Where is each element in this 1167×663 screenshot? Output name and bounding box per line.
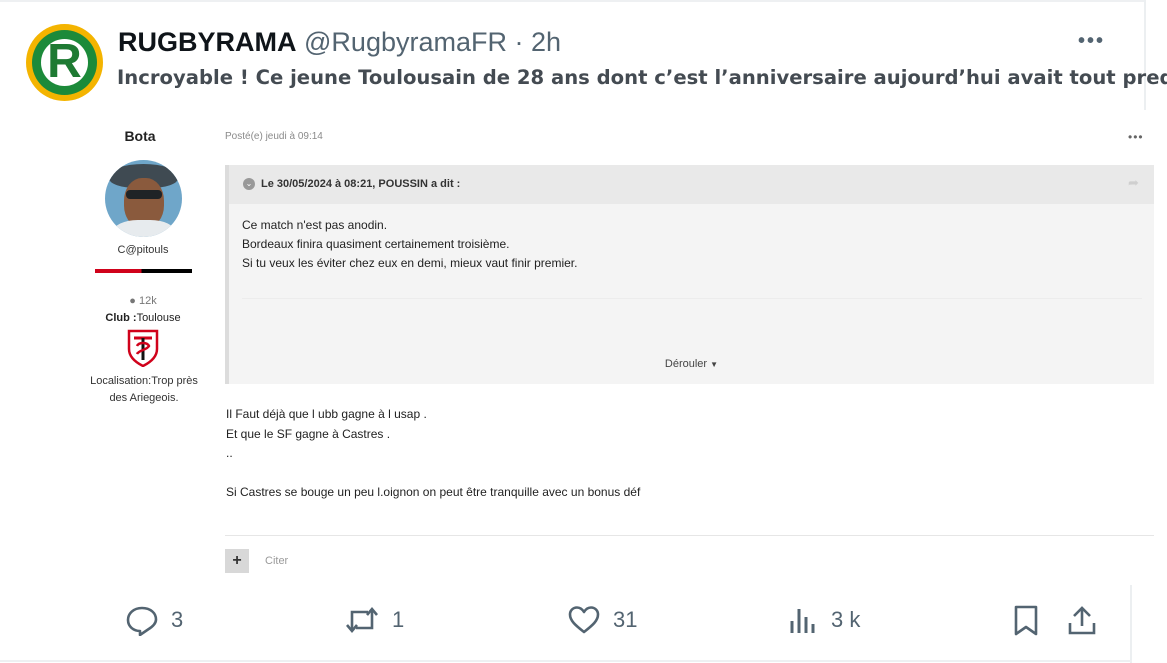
views-count: 3 k: [831, 607, 861, 632]
tweet-right-border: [1144, 0, 1146, 110]
quote-line: Ce match n'est pas anodin.: [242, 218, 388, 232]
quote-header: ⌄ Le 30/05/2024 à 08:21, POUSSIN a dit :…: [229, 165, 1154, 204]
views-button[interactable]: 3 k: [789, 604, 860, 636]
quote-body: Ce match n'est pas anodin. Bordeaux fini…: [242, 216, 1132, 273]
forum-username: Bota: [124, 128, 156, 144]
tweet-top-border: [0, 0, 1146, 2]
caret-down-icon: ▼: [710, 360, 719, 369]
forum-user-title: C@pitouls: [117, 244, 169, 256]
like-button[interactable]: 31: [567, 604, 637, 636]
expand-quote-button[interactable]: Dérouler ▼: [229, 358, 1154, 370]
reply-icon: [126, 606, 158, 636]
club-crest-icon: [127, 329, 159, 367]
avatar-logo-letter: R: [47, 35, 82, 88]
bookmark-icon: [1014, 605, 1038, 636]
club-value: Toulouse: [136, 312, 181, 324]
multiquote-plus-button[interactable]: +: [225, 549, 249, 573]
location-line-1: Localisation:Trop près: [90, 375, 198, 387]
retweet-button[interactable]: 1: [344, 604, 404, 636]
post-line: [226, 464, 640, 484]
club-label: Club :: [105, 312, 137, 324]
tweet-right-border-lower: [1130, 585, 1132, 663]
forum-user-rank-bar: [95, 269, 192, 273]
forum-user-post-count: 12k: [138, 295, 157, 307]
forum-user-club: Club :Toulouse: [90, 312, 196, 324]
heart-icon: [568, 606, 600, 634]
retweet-icon: [346, 606, 378, 634]
avatar-glasses: [126, 190, 162, 199]
post-body: Il Faut déjà que l ubb gagne à l usap . …: [226, 405, 640, 503]
quote-line: Si tu veux les éviter chez eux en demi, …: [242, 256, 578, 270]
expand-label: Dérouler: [664, 358, 708, 370]
share-button[interactable]: [1066, 604, 1098, 636]
forum-user-stats: ● 12k: [90, 295, 196, 307]
post-footer-divider: [225, 535, 1154, 536]
post-line: ..: [226, 446, 233, 460]
post-menu-icon[interactable]: •••: [1128, 130, 1144, 144]
tweet-header: RUGBYRAMA @RugbyramaFR · 2h: [118, 26, 561, 58]
author-avatar[interactable]: R: [26, 24, 103, 101]
chevron-down-icon[interactable]: ⌄: [243, 178, 255, 190]
quote-divider: [242, 298, 1142, 299]
tweet-bottom-border: [0, 660, 1132, 662]
location-line-2: des Ariegeois.: [109, 392, 179, 404]
quote-citation[interactable]: Le 30/05/2024 à 08:21, POUSSIN a dit :: [261, 178, 460, 190]
more-horizontal-icon[interactable]: •••: [1078, 30, 1105, 53]
share-arrow-icon[interactable]: ➦: [1128, 175, 1139, 191]
forum-user-location: Localisation:Trop près des Ariegeois.: [82, 373, 206, 407]
author-handle-and-time[interactable]: @RugbyramaFR · 2h: [304, 27, 561, 57]
author-name[interactable]: RUGBYRAMA: [118, 27, 297, 57]
like-count: 31: [613, 607, 638, 632]
quote-block: ⌄ Le 30/05/2024 à 08:21, POUSSIN a dit :…: [225, 165, 1154, 384]
post-line: Il Faut déjà que l ubb gagne à l usap .: [226, 407, 427, 421]
bar-chart-icon: [790, 609, 815, 633]
reply-button[interactable]: 3: [125, 604, 183, 636]
tweet-text: Incroyable ! Ce jeune Toulousain de 28 a…: [117, 66, 1167, 89]
post-line: Et que le SF gagne à Castres .: [226, 426, 391, 441]
post-line: Si Castres se bouge un peu l.oignon on p…: [226, 485, 641, 499]
avatar-shirt: [113, 220, 175, 237]
quote-line: Bordeaux finira quasiment certainement t…: [242, 237, 510, 251]
comment-icon: ●: [129, 295, 136, 307]
post-date: Posté(e) jeudi à 09:14: [225, 131, 323, 142]
bookmark-button[interactable]: [1012, 604, 1040, 636]
share-icon: [1068, 606, 1096, 635]
forum-user-avatar: [105, 160, 182, 237]
cite-link[interactable]: Citer: [265, 555, 288, 567]
reply-count: 3: [171, 607, 184, 632]
retweet-count: 1: [392, 607, 405, 632]
